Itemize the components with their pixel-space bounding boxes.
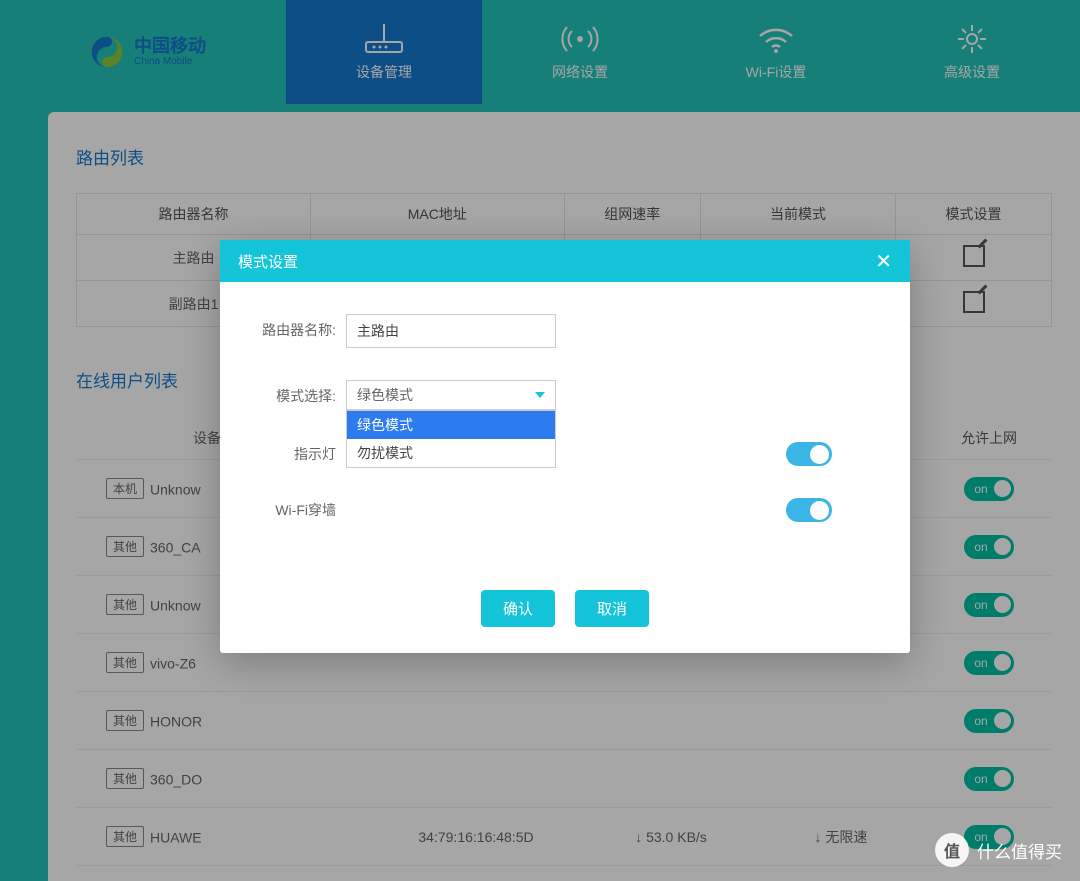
mode-select-label: 模式选择: <box>248 380 336 406</box>
cancel-button[interactable]: 取消 <box>575 590 649 627</box>
watermark-text: 什么值得买 <box>977 838 1062 863</box>
mode-settings-modal: 模式设置 ✕ 路由器名称: 模式选择: 绿色模式 绿色模式 勿扰模式 指示灯 <box>220 240 910 653</box>
wifi-wall-toggle[interactable] <box>786 498 832 522</box>
confirm-button[interactable]: 确认 <box>481 590 555 627</box>
chevron-down-icon <box>535 392 545 398</box>
watermark: 值 什么值得买 <box>935 833 1062 867</box>
wifi-wall-label: Wi-Fi穿墙 <box>248 500 336 520</box>
mode-select[interactable]: 绿色模式 <box>346 380 556 410</box>
mode-option-green[interactable]: 绿色模式 <box>347 411 555 439</box>
indicator-toggle[interactable] <box>786 442 832 466</box>
modal-title: 模式设置 <box>238 251 298 272</box>
close-icon[interactable]: ✕ <box>875 249 892 274</box>
modal-header: 模式设置 ✕ <box>220 240 910 282</box>
indicator-label: 指示灯 <box>248 444 336 464</box>
watermark-icon: 值 <box>935 833 969 867</box>
mode-option-dnd[interactable]: 勿扰模式 <box>347 439 555 467</box>
router-name-input[interactable] <box>346 314 556 348</box>
mode-selected-value: 绿色模式 <box>357 385 413 405</box>
mode-dropdown: 绿色模式 勿扰模式 <box>346 410 556 468</box>
router-name-label: 路由器名称: <box>248 314 336 340</box>
